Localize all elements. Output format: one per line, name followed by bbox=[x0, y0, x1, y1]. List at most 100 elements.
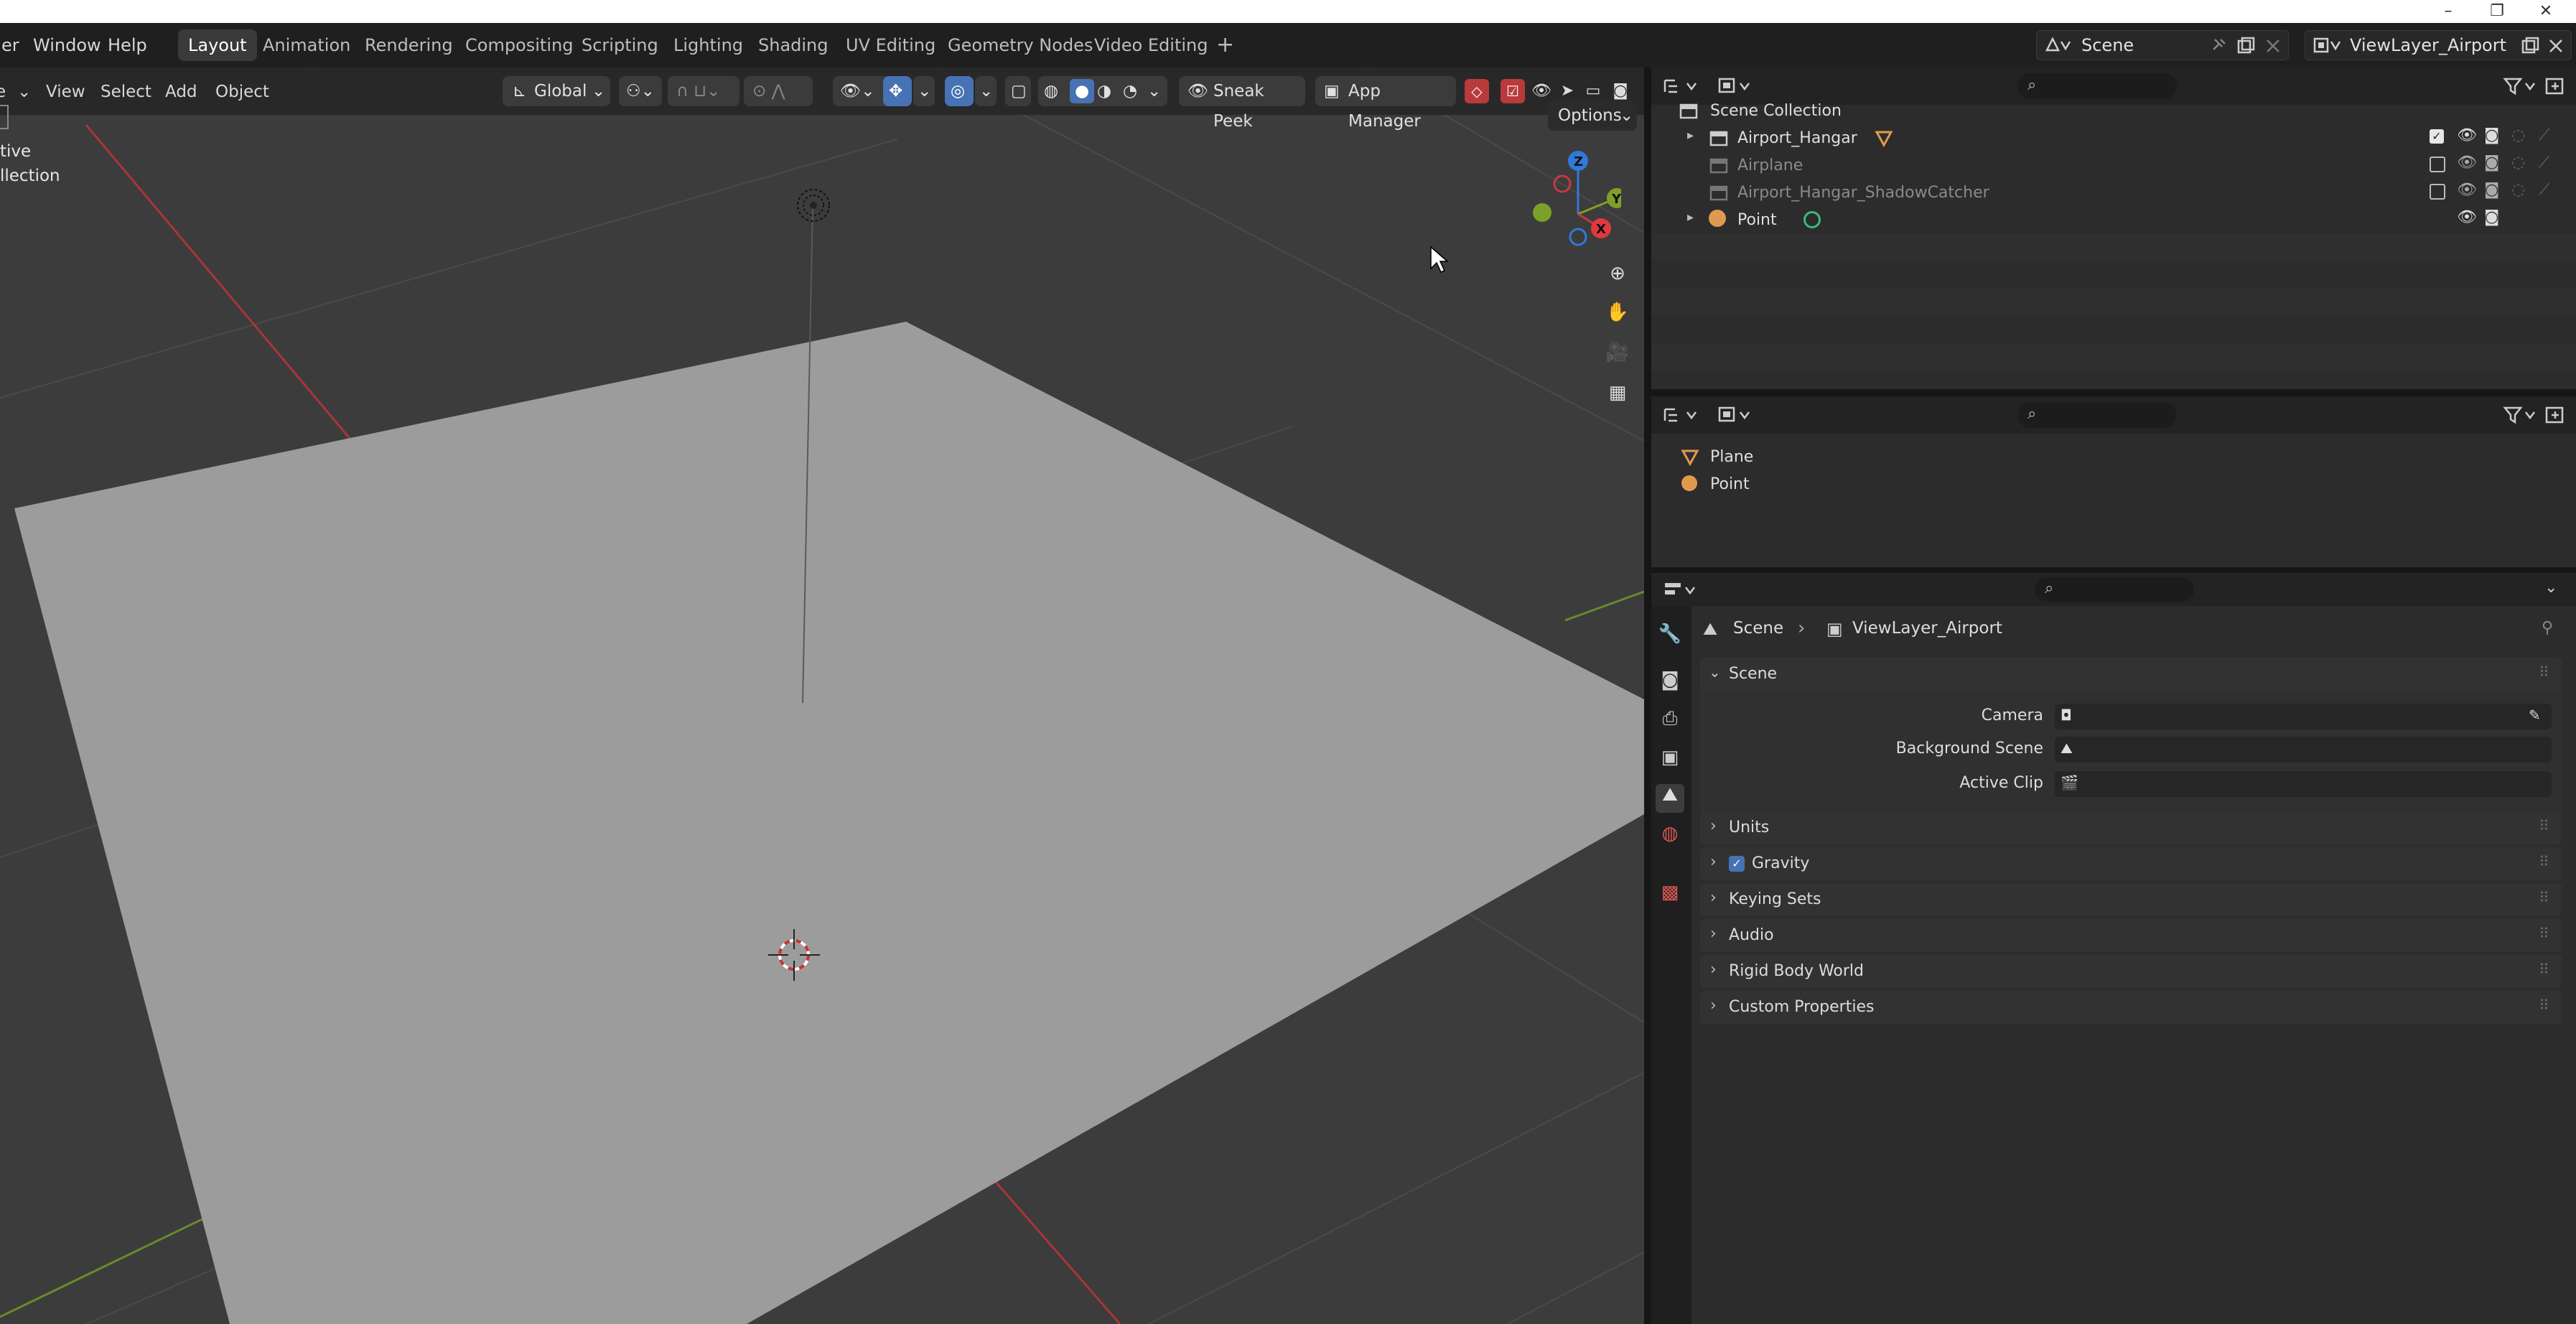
app-manager-button[interactable]: ▣ App Manager bbox=[1315, 76, 1456, 131]
exclude-checkbox[interactable] bbox=[2430, 157, 2445, 172]
tab-shading[interactable]: Shading bbox=[748, 29, 839, 61]
editor-chevron-icon[interactable]: ⌄ bbox=[17, 78, 31, 106]
editor-type-icon[interactable] bbox=[1663, 580, 1700, 600]
editor-type-partial[interactable]: e bbox=[0, 78, 6, 106]
record-keyframe-icon[interactable]: ◇ bbox=[1465, 79, 1489, 103]
outliner-row-shadowcatcher[interactable]: Airport_Hangar_ShadowCatcher 👁 ◙ ◌ ⟋ bbox=[1651, 180, 2576, 207]
drag-handle-icon[interactable]: ⠿ bbox=[2539, 961, 2549, 978]
new-collection-icon[interactable] bbox=[2544, 76, 2567, 96]
scene-tab-icon[interactable]: ⛰ bbox=[1656, 784, 1684, 813]
rigid-body-world-section[interactable]: › Rigid Body World ⠿ bbox=[1700, 955, 2562, 988]
camera-icon[interactable]: ◙ bbox=[2484, 181, 2499, 199]
render-tab-icon[interactable]: ◙ bbox=[1656, 669, 1684, 698]
tab-video-editing[interactable]: Video Editing bbox=[1084, 29, 1218, 61]
outliner-row-plane[interactable]: Plane bbox=[1651, 444, 2576, 471]
camera-view-icon[interactable]: 🎥 bbox=[1602, 337, 1633, 368]
outliner-search-input[interactable]: ⌕ bbox=[2017, 402, 2177, 428]
drag-handle-icon[interactable]: ⠿ bbox=[2539, 853, 2549, 870]
drag-handle-icon[interactable]: ⠿ bbox=[2539, 925, 2549, 942]
disclosure-triangle-icon[interactable]: ▸ bbox=[1687, 128, 1694, 143]
camera-icon[interactable]: ◙ bbox=[2484, 126, 2499, 144]
active-clip-field[interactable]: 🎬 bbox=[2055, 771, 2552, 797]
outliner-row-airplane[interactable]: Airplane 👁 ◙ ◌ ⟋ bbox=[1651, 152, 2576, 180]
drag-handle-icon[interactable]: ⠿ bbox=[2539, 997, 2549, 1014]
menu-window[interactable]: Window bbox=[27, 30, 107, 60]
camera-icon[interactable]: ◙ bbox=[2484, 154, 2499, 172]
menu-file-partial[interactable]: er bbox=[0, 30, 25, 60]
viewlayer-selector[interactable]: ViewLayer_Airport bbox=[2305, 30, 2572, 60]
outliner-row-scene-collection[interactable]: Scene Collection bbox=[1651, 98, 2576, 125]
transform-orientation-dropdown[interactable]: ⊾ Global ⌄ bbox=[503, 76, 610, 106]
scene-panel-header[interactable]: ⌄ Scene ⠿ bbox=[1700, 658, 2562, 691]
material-shading-icon[interactable]: ◑ bbox=[1097, 76, 1111, 106]
shading-modes[interactable]: ◍ ● ◑ ◔ ⌄ bbox=[1038, 76, 1167, 106]
eye-icon[interactable]: 👁 bbox=[2457, 126, 2477, 144]
pin-icon[interactable]: ⚲ bbox=[2542, 619, 2553, 637]
shading-dropdown-icon[interactable]: ⌄ bbox=[1147, 76, 1161, 106]
3d-viewport[interactable]: e ⌄ View Select Add Object ⊾ Global ⌄ ⚇⌄… bbox=[0, 67, 1644, 1324]
area-divider[interactable] bbox=[1651, 567, 2576, 573]
scene-selector[interactable]: Scene bbox=[2036, 30, 2289, 60]
display-mode-icon[interactable] bbox=[1717, 405, 1755, 425]
exclude-checkbox[interactable]: ✓ bbox=[2430, 129, 2444, 144]
output-tab-icon[interactable]: ⎙ bbox=[1656, 708, 1684, 737]
outliner-row-airport-hangar[interactable]: ▸ Airport_Hangar ✓ 👁 ◙ ◌ ⟋ bbox=[1651, 125, 2576, 152]
camera-render-icon[interactable]: ◙ bbox=[1608, 79, 1633, 103]
properties-search-input[interactable]: ⌕ bbox=[2035, 577, 2194, 602]
filter-icon[interactable] bbox=[2503, 405, 2540, 425]
menu-object[interactable]: Object bbox=[215, 78, 269, 106]
eyedropper-icon[interactable]: ✎ bbox=[2529, 707, 2541, 724]
gravity-checkbox[interactable]: ✓ bbox=[1729, 856, 1745, 872]
hide-viewport-icon[interactable]: 👁 bbox=[1529, 79, 1554, 103]
navigation-gizmo[interactable]: Z Y X bbox=[1528, 148, 1621, 248]
eye-icon[interactable]: 👁 bbox=[2457, 208, 2477, 226]
chevron-down-icon[interactable]: ⌄ bbox=[2544, 579, 2557, 597]
eye-icon[interactable]: 👁 bbox=[2457, 181, 2477, 199]
tab-uv-editing[interactable]: UV Editing bbox=[836, 29, 946, 61]
proportional-edit-button[interactable]: ⊙ ⋀ bbox=[744, 76, 813, 106]
new-viewlayer-icon[interactable] bbox=[2521, 37, 2539, 55]
indirect-only-icon[interactable]: ⟋ bbox=[2539, 181, 2549, 199]
outliner-row-point[interactable]: Point bbox=[1651, 471, 2576, 498]
checkbox-toggle-icon[interactable]: ☑ bbox=[1501, 79, 1525, 103]
camera-icon[interactable]: ◙ bbox=[2484, 208, 2499, 226]
minimize-button[interactable]: – bbox=[2427, 1, 2470, 22]
display-mode-icon[interactable] bbox=[1717, 76, 1755, 96]
menu-add[interactable]: Add bbox=[165, 78, 197, 106]
monitor-icon[interactable]: ▭ bbox=[1581, 79, 1605, 103]
gravity-section[interactable]: › ✓ Gravity ⠿ bbox=[1700, 847, 2562, 880]
snap-button[interactable]: ∩ ⊔⌄ bbox=[668, 76, 739, 106]
outliner-row-point[interactable]: ▸ Point 👁 ◙ bbox=[1651, 207, 2576, 234]
menu-help[interactable]: Help bbox=[102, 30, 153, 60]
world-tab-icon[interactable]: ◍ bbox=[1656, 823, 1684, 852]
holdout-icon[interactable]: ◌ bbox=[2511, 126, 2525, 144]
select-icon[interactable]: ➤ bbox=[1555, 79, 1579, 103]
view-layer-tab-icon[interactable]: ▣ bbox=[1656, 747, 1684, 775]
xray-toggle[interactable]: ▢ bbox=[1005, 76, 1031, 106]
exclude-checkbox[interactable] bbox=[2430, 184, 2445, 200]
eye-icon[interactable]: 👁 bbox=[2457, 154, 2477, 172]
menu-view[interactable]: View bbox=[46, 78, 85, 106]
tab-compositing[interactable]: Compositing bbox=[455, 29, 583, 61]
pan-hand-icon[interactable]: ✋ bbox=[1602, 297, 1633, 327]
tab-layout[interactable]: Layout bbox=[178, 29, 257, 61]
delete-viewlayer-icon[interactable] bbox=[2547, 37, 2565, 55]
maximize-button[interactable]: ❐ bbox=[2475, 1, 2519, 22]
area-divider[interactable] bbox=[1644, 67, 1651, 1324]
zoom-icon[interactable]: ⊕ bbox=[1602, 258, 1633, 289]
editor-type-icon[interactable] bbox=[1663, 405, 1700, 425]
menu-select[interactable]: Select bbox=[101, 78, 151, 106]
holdout-icon[interactable]: ◌ bbox=[2511, 154, 2525, 172]
options-dropdown[interactable]: Options ⌄ bbox=[1548, 101, 1637, 131]
tab-rendering[interactable]: Rendering bbox=[355, 29, 463, 61]
holdout-icon[interactable]: ◌ bbox=[2511, 181, 2525, 199]
audio-section[interactable]: › Audio ⠿ bbox=[1700, 919, 2562, 952]
tab-geometry-nodes[interactable]: Geometry Nodes bbox=[938, 29, 1103, 61]
solid-shading-icon[interactable]: ● bbox=[1070, 79, 1094, 103]
tab-animation[interactable]: Animation bbox=[253, 29, 360, 61]
drag-handle-icon[interactable]: ⠿ bbox=[2539, 889, 2549, 906]
toolbar-handle[interactable] bbox=[0, 105, 9, 129]
wireframe-shading-icon[interactable]: ◍ bbox=[1044, 76, 1058, 106]
overlay-dropdown[interactable]: ⌄ bbox=[975, 76, 997, 106]
indirect-only-icon[interactable]: ⟋ bbox=[2539, 126, 2549, 144]
